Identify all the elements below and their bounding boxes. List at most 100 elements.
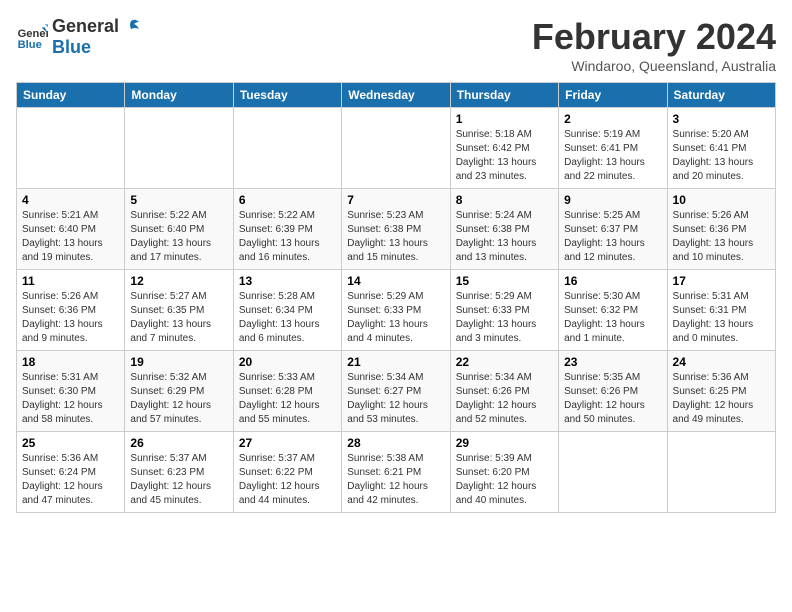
day-number: 25 — [22, 436, 119, 450]
day-info: Sunrise: 5:27 AM Sunset: 6:35 PM Dayligh… — [130, 290, 227, 346]
col-tuesday: Tuesday — [233, 83, 341, 108]
day-info: Sunrise: 5:33 AM Sunset: 6:28 PM Dayligh… — [239, 371, 336, 427]
logo-bird-icon — [121, 17, 141, 37]
day-info: Sunrise: 5:32 AM Sunset: 6:29 PM Dayligh… — [130, 371, 227, 427]
day-number: 11 — [22, 274, 119, 288]
svg-text:Blue: Blue — [18, 39, 42, 51]
day-number: 27 — [239, 436, 336, 450]
day-number: 9 — [564, 193, 661, 207]
day-info: Sunrise: 5:34 AM Sunset: 6:26 PM Dayligh… — [456, 371, 553, 427]
day-number: 24 — [673, 355, 770, 369]
calendar-cell-w2-d6: 9 Sunrise: 5:25 AM Sunset: 6:37 PM Daylig… — [559, 189, 667, 270]
day-number: 10 — [673, 193, 770, 207]
logo: General Blue General Blue — [16, 16, 141, 58]
calendar-cell-w3-d6: 16 Sunrise: 5:30 AM Sunset: 6:32 PM Dayli… — [559, 270, 667, 351]
calendar-cell-w3-d2: 12 Sunrise: 5:27 AM Sunset: 6:35 PM Dayli… — [125, 270, 233, 351]
day-info: Sunrise: 5:28 AM Sunset: 6:34 PM Dayligh… — [239, 290, 336, 346]
calendar-cell-w1-d5: 1 Sunrise: 5:18 AM Sunset: 6:42 PM Daylig… — [450, 108, 558, 189]
day-number: 6 — [239, 193, 336, 207]
calendar-cell-w1-d7: 3 Sunrise: 5:20 AM Sunset: 6:41 PM Daylig… — [667, 108, 775, 189]
calendar-cell-w3-d4: 14Sunrise: 5:29 AM Sunset: 6:33 PM Dayli… — [342, 270, 450, 351]
week-row-4: 18Sunrise: 5:31 AM Sunset: 6:30 PM Dayli… — [17, 351, 776, 432]
calendar-cell-w4-d6: 23Sunrise: 5:35 AM Sunset: 6:26 PM Dayli… — [559, 351, 667, 432]
calendar-cell-w3-d1: 11 Sunrise: 5:26 AM Sunset: 6:36 PM Dayli… — [17, 270, 125, 351]
day-number: 29 — [456, 436, 553, 450]
calendar-header-row: Sunday Monday Tuesday Wednesday Thursday… — [17, 83, 776, 108]
day-number: 28 — [347, 436, 444, 450]
calendar-cell-w1-d3 — [233, 108, 341, 189]
calendar-body: 1 Sunrise: 5:18 AM Sunset: 6:42 PM Daylig… — [17, 108, 776, 513]
day-info: Sunrise: 5:19 AM Sunset: 6:41 PM Dayligh… — [564, 128, 661, 184]
svg-text:General: General — [18, 28, 48, 40]
day-number: 2 — [564, 112, 661, 126]
day-info: Sunrise: 5:30 AM Sunset: 6:32 PM Dayligh… — [564, 290, 661, 346]
day-info: Sunrise: 5:20 AM Sunset: 6:41 PM Dayligh… — [673, 128, 770, 184]
calendar-cell-w1-d1 — [17, 108, 125, 189]
day-info: Sunrise: 5:37 AM Sunset: 6:23 PM Dayligh… — [130, 452, 227, 508]
calendar-cell-w5-d3: 27 Sunrise: 5:37 AM Sunset: 6:22 PM Dayli… — [233, 432, 341, 513]
day-number: 7 — [347, 193, 444, 207]
calendar-cell-w4-d5: 22Sunrise: 5:34 AM Sunset: 6:26 PM Dayli… — [450, 351, 558, 432]
page-header: General Blue General Blue February 2024 … — [16, 16, 776, 74]
day-info: Sunrise: 5:21 AM Sunset: 6:40 PM Dayligh… — [22, 209, 119, 265]
calendar-cell-w4-d4: 21 Sunrise: 5:34 AM Sunset: 6:27 PM Dayli… — [342, 351, 450, 432]
calendar-cell-w2-d1: 4 Sunrise: 5:21 AM Sunset: 6:40 PM Daylig… — [17, 189, 125, 270]
day-info: Sunrise: 5:26 AM Sunset: 6:36 PM Dayligh… — [22, 290, 119, 346]
calendar-cell-w4-d1: 18Sunrise: 5:31 AM Sunset: 6:30 PM Dayli… — [17, 351, 125, 432]
col-saturday: Saturday — [667, 83, 775, 108]
day-number: 18 — [22, 355, 119, 369]
calendar-cell-w4-d3: 20 Sunrise: 5:33 AM Sunset: 6:28 PM Dayli… — [233, 351, 341, 432]
calendar-cell-w2-d5: 8 Sunrise: 5:24 AM Sunset: 6:38 PM Daylig… — [450, 189, 558, 270]
day-info: Sunrise: 5:26 AM Sunset: 6:36 PM Dayligh… — [673, 209, 770, 265]
calendar-cell-w3-d3: 13Sunrise: 5:28 AM Sunset: 6:34 PM Dayli… — [233, 270, 341, 351]
col-wednesday: Wednesday — [342, 83, 450, 108]
day-number: 5 — [130, 193, 227, 207]
day-info: Sunrise: 5:36 AM Sunset: 6:24 PM Dayligh… — [22, 452, 119, 508]
day-info: Sunrise: 5:38 AM Sunset: 6:21 PM Dayligh… — [347, 452, 444, 508]
calendar-cell-w3-d5: 15 Sunrise: 5:29 AM Sunset: 6:33 PM Dayli… — [450, 270, 558, 351]
col-thursday: Thursday — [450, 83, 558, 108]
week-row-1: 1 Sunrise: 5:18 AM Sunset: 6:42 PM Daylig… — [17, 108, 776, 189]
month-title: February 2024 — [532, 16, 776, 58]
day-number: 4 — [22, 193, 119, 207]
logo-icon: General Blue — [16, 21, 48, 53]
day-number: 20 — [239, 355, 336, 369]
day-number: 19 — [130, 355, 227, 369]
week-row-3: 11 Sunrise: 5:26 AM Sunset: 6:36 PM Dayli… — [17, 270, 776, 351]
week-row-2: 4 Sunrise: 5:21 AM Sunset: 6:40 PM Daylig… — [17, 189, 776, 270]
calendar-cell-w2-d7: 10 Sunrise: 5:26 AM Sunset: 6:36 PM Dayli… — [667, 189, 775, 270]
day-info: Sunrise: 5:22 AM Sunset: 6:39 PM Dayligh… — [239, 209, 336, 265]
calendar-cell-w5-d4: 28 Sunrise: 5:38 AM Sunset: 6:21 PM Dayli… — [342, 432, 450, 513]
calendar-cell-w4-d7: 24 Sunrise: 5:36 AM Sunset: 6:25 PM Dayli… — [667, 351, 775, 432]
day-number: 16 — [564, 274, 661, 288]
day-number: 3 — [673, 112, 770, 126]
day-info: Sunrise: 5:37 AM Sunset: 6:22 PM Dayligh… — [239, 452, 336, 508]
calendar-cell-w5-d1: 25 Sunrise: 5:36 AM Sunset: 6:24 PM Dayli… — [17, 432, 125, 513]
day-number: 1 — [456, 112, 553, 126]
day-info: Sunrise: 5:22 AM Sunset: 6:40 PM Dayligh… — [130, 209, 227, 265]
day-info: Sunrise: 5:39 AM Sunset: 6:20 PM Dayligh… — [456, 452, 553, 508]
day-info: Sunrise: 5:24 AM Sunset: 6:38 PM Dayligh… — [456, 209, 553, 265]
week-row-5: 25 Sunrise: 5:36 AM Sunset: 6:24 PM Dayli… — [17, 432, 776, 513]
calendar-cell-w4-d2: 19 Sunrise: 5:32 AM Sunset: 6:29 PM Dayli… — [125, 351, 233, 432]
day-info: Sunrise: 5:34 AM Sunset: 6:27 PM Dayligh… — [347, 371, 444, 427]
day-number: 26 — [130, 436, 227, 450]
logo-general: General — [52, 16, 119, 37]
day-info: Sunrise: 5:23 AM Sunset: 6:38 PM Dayligh… — [347, 209, 444, 265]
day-info: Sunrise: 5:36 AM Sunset: 6:25 PM Dayligh… — [673, 371, 770, 427]
day-number: 8 — [456, 193, 553, 207]
day-number: 12 — [130, 274, 227, 288]
day-number: 14 — [347, 274, 444, 288]
day-info: Sunrise: 5:18 AM Sunset: 6:42 PM Dayligh… — [456, 128, 553, 184]
col-friday: Friday — [559, 83, 667, 108]
day-info: Sunrise: 5:25 AM Sunset: 6:37 PM Dayligh… — [564, 209, 661, 265]
calendar-cell-w2-d2: 5 Sunrise: 5:22 AM Sunset: 6:40 PM Daylig… — [125, 189, 233, 270]
logo-blue: Blue — [52, 37, 141, 58]
calendar-cell-w5-d5: 29 Sunrise: 5:39 AM Sunset: 6:20 PM Dayli… — [450, 432, 558, 513]
calendar-cell-w5-d6 — [559, 432, 667, 513]
calendar-cell-w1-d2 — [125, 108, 233, 189]
day-info: Sunrise: 5:29 AM Sunset: 6:33 PM Dayligh… — [456, 290, 553, 346]
day-number: 15 — [456, 274, 553, 288]
day-number: 21 — [347, 355, 444, 369]
calendar-cell-w5-d2: 26 Sunrise: 5:37 AM Sunset: 6:23 PM Dayli… — [125, 432, 233, 513]
